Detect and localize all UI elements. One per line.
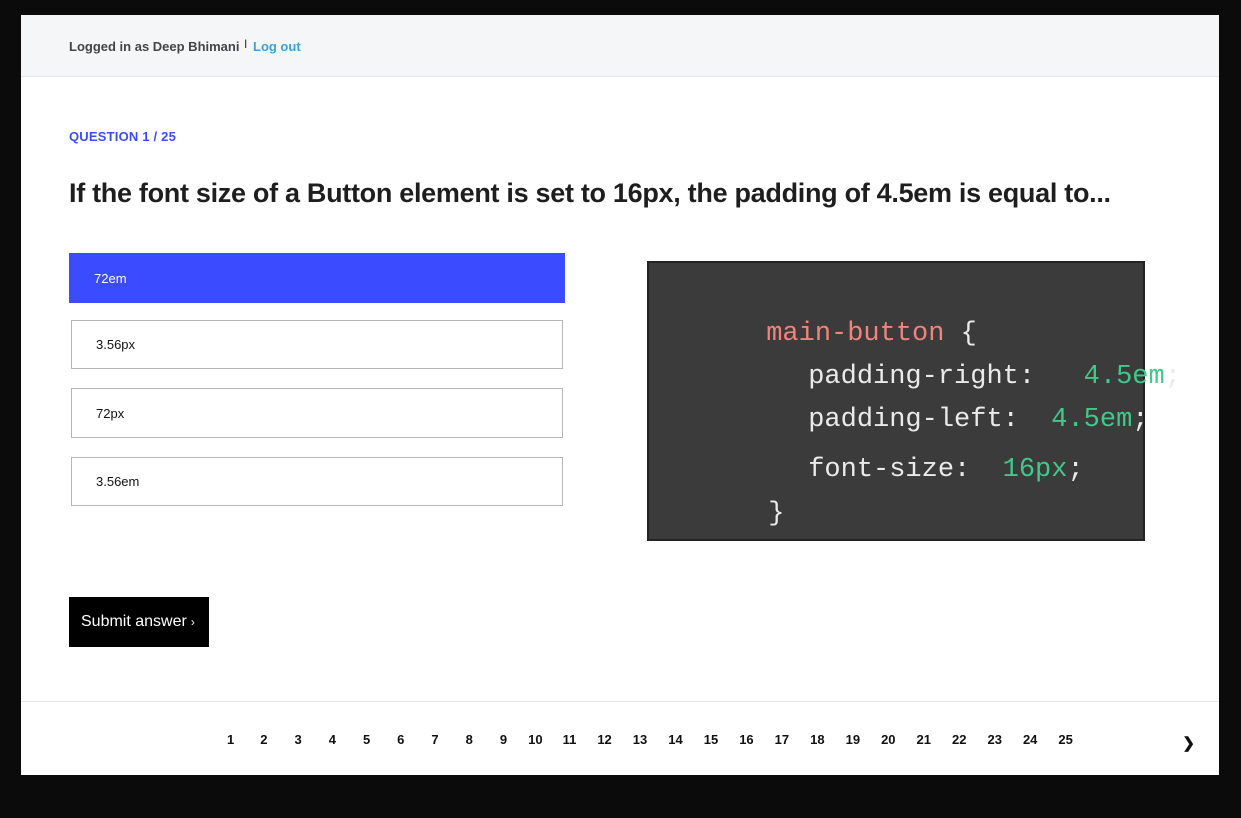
page-number-7[interactable]: 7 — [431, 732, 438, 747]
page-number-14[interactable]: 14 — [668, 732, 682, 747]
page-number-11[interactable]: 11 — [563, 732, 577, 747]
page-number-8[interactable]: 8 — [466, 732, 473, 747]
chevron-right-icon: › — [190, 615, 195, 629]
header-separator: I — [244, 37, 248, 51]
page-number-3[interactable]: 3 — [294, 732, 301, 747]
quiz-window: Logged in as Deep Bhimani I Log out QUES… — [21, 15, 1219, 775]
code-value: 16px — [1002, 455, 1068, 485]
page-number-6[interactable]: 6 — [397, 732, 404, 747]
answer-option-2[interactable]: 3.56px — [71, 320, 563, 369]
answer-option-label: 72em — [94, 270, 127, 286]
page-number-1[interactable]: 1 — [227, 732, 234, 747]
code-semicolon: ; — [1067, 455, 1084, 485]
logout-link[interactable]: Log out — [253, 39, 301, 54]
page-number-13[interactable]: 13 — [633, 732, 647, 747]
page-number-2[interactable]: 2 — [260, 732, 267, 747]
page-number-18[interactable]: 18 — [810, 732, 824, 747]
page-number-17[interactable]: 17 — [775, 732, 789, 747]
answer-option-4[interactable]: 3.56em — [71, 457, 563, 506]
answer-option-label: 3.56em — [96, 474, 140, 489]
code-close-brace: } — [768, 499, 785, 529]
code-snippet-image: main-button { padding-right: 4.5em; padd… — [647, 261, 1181, 541]
code-semicolon: ; — [1132, 405, 1149, 435]
page-number-10[interactable]: 10 — [528, 732, 542, 747]
answer-option-1[interactable]: 72em — [69, 253, 565, 303]
page-number-25[interactable]: 25 — [1058, 732, 1072, 747]
page-number-4[interactable]: 4 — [329, 732, 336, 747]
pagination-footer: 1 2 3 4 5 6 7 8 9 10 11 12 13 14 15 16 17 18 19 20 21 22 23 24 2… — [21, 701, 1219, 775]
code-property: font-size: — [808, 455, 971, 485]
code-semicolon: ; — [1164, 362, 1181, 392]
page-number-24[interactable]: 24 — [1023, 732, 1037, 747]
code-line-close: } — [671, 469, 784, 559]
next-arrow-icon[interactable]: ❯ — [1182, 734, 1195, 752]
page-number-15[interactable]: 15 — [704, 732, 718, 747]
page-number-20[interactable]: 20 — [881, 732, 895, 747]
answer-option-label: 72px — [96, 405, 125, 421]
page-number-22[interactable]: 22 — [952, 732, 966, 747]
logged-in-text: Logged in as Deep Bhimani — [69, 39, 240, 54]
page-number-12[interactable]: 12 — [597, 732, 611, 747]
answer-option-3[interactable]: 72px — [71, 388, 563, 438]
page-number-9[interactable]: 9 — [500, 732, 507, 747]
top-bar: Logged in as Deep Bhimani I Log out — [21, 15, 1219, 77]
submit-answer-label: Submit answer — [81, 613, 187, 630]
page-number-19[interactable]: 19 — [846, 732, 860, 747]
question-pagination: 1 2 3 4 5 6 7 8 9 10 11 12 13 14 15 16 17 18 19 20 21 22 23 24 2… — [227, 732, 1073, 747]
page-number-16[interactable]: 16 — [739, 732, 753, 747]
question-title: If the font size of a Button element is … — [69, 178, 1111, 208]
answer-option-label: 3.56px — [96, 337, 136, 352]
page-number-23[interactable]: 23 — [987, 732, 1001, 747]
page-number-5[interactable]: 5 — [363, 732, 370, 747]
submit-answer-button[interactable]: Submit answer › — [69, 597, 209, 647]
page-number-21[interactable]: 21 — [917, 732, 931, 747]
question-counter: QUESTION 1 / 25 — [69, 129, 177, 144]
